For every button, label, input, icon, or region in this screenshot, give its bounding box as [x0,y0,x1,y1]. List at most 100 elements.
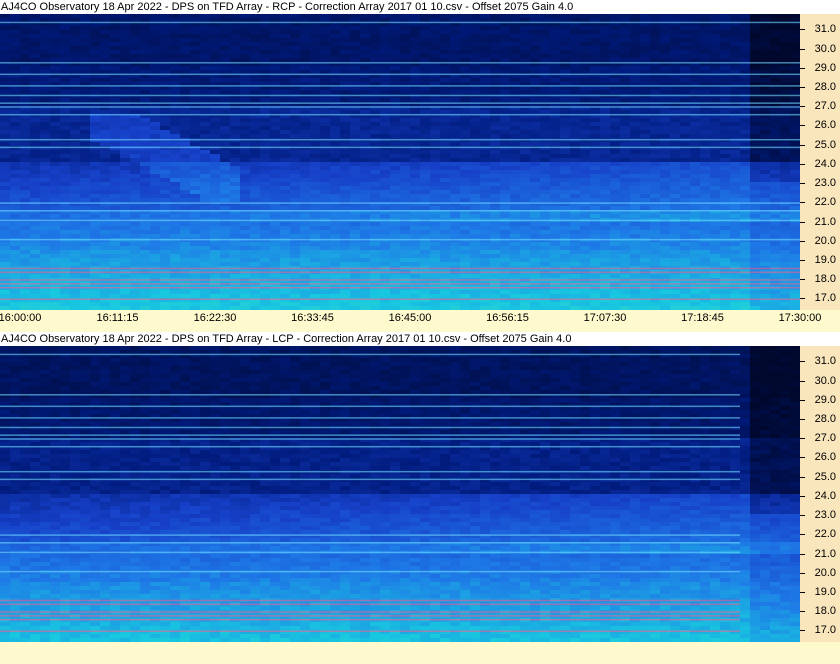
spectrogram-cell [750,18,760,22]
spectrogram-cell [130,78,140,82]
spectrogram-cell [50,158,60,162]
spectrogram-cell [520,254,530,258]
spectrogram-cell [290,46,300,50]
spectrogram-cell [10,130,20,134]
spectrogram-cell [690,214,700,218]
spectrogram-cell [700,158,710,162]
spectrogram-cell [140,166,150,170]
spectrogram-cell [180,58,190,62]
spectrogram-cell [530,34,540,38]
spectrogram-cell [560,198,570,202]
spectrogram-cell [170,134,180,138]
spectrogram-cell [110,50,120,54]
spectrogram-cell [150,26,160,30]
spectrogram-cell [710,50,720,54]
spectrogram-cell [230,14,240,18]
spectrogram-cell [240,18,250,22]
spectrogram-cell [390,178,400,182]
spectrogram-cell [790,170,800,174]
spectrogram-cell [160,178,170,182]
spectrogram-cell [450,142,460,146]
spectrogram-cell [220,186,230,190]
spectrogram-cell [110,190,120,194]
spectrogram-cell [620,98,630,102]
spectrogram-cell [540,30,550,34]
spectrogram-cell [780,246,790,250]
spectrogram-cell [730,250,740,254]
spectrogram-cell [60,66,70,70]
spectrogram-cell [520,222,530,226]
spectrogram-cell [300,174,310,178]
spectrogram-cell [310,158,320,162]
spectrogram-cell [280,162,290,166]
spectrogram-cell [270,222,280,226]
spectrogram-cell [270,158,280,162]
spectrogram-cell [480,234,490,238]
spectrogram-cell [670,30,680,34]
spectrogram-cell [430,134,440,138]
spectrogram-cell [270,134,280,138]
spectrogram-cell [670,34,680,38]
spectrogram-cell [760,118,770,122]
spectrogram-cell [440,206,450,210]
spectrogram-cell [150,154,160,158]
spectrogram-cell [520,226,530,230]
spectrogram-cell [60,186,70,190]
spectrogram-cell [160,258,170,262]
spectrogram-cell [720,26,730,30]
spectrogram-cell [720,134,730,138]
spectrogram-cell [480,206,490,210]
spectrogram-cell [760,162,770,166]
spectrogram-cell [400,246,410,250]
spectrogram-cell [790,134,800,138]
spectrogram-cell [170,262,180,266]
spectrogram-cell [470,222,480,226]
spectrogram-cell [40,122,50,126]
spectrogram-cell [210,234,220,238]
spectrogram-cell [600,110,610,114]
spectrogram-cell [310,38,320,42]
spectrogram-cell [250,154,260,158]
spectrogram-cell [700,214,710,218]
spectrogram-cell [520,110,530,114]
spectrogram-cell [130,198,140,202]
spectrogram-cell [210,230,220,234]
spectrogram-cell [670,38,680,42]
spectrogram-cell [790,234,800,238]
spectrogram-cell [620,230,630,234]
spectrogram-cell [600,42,610,46]
spectrogram-cell [260,222,270,226]
spectrogram-cell [170,234,180,238]
spectrogram-cell [680,14,690,18]
spectrogram-cell [350,42,360,46]
spectrogram-cell [40,214,50,218]
spectrogram-cell [550,230,560,234]
spectrogram-cell [240,170,250,174]
spectrogram-cell [530,50,540,54]
spectrogram-cell [530,150,540,154]
spectrogram-cell [170,38,180,42]
spectrogram-cell [690,14,700,18]
spectrogram-cell [470,30,480,34]
spectrogram-cell [650,58,660,62]
spectrogram-cell [450,222,460,226]
spectrogram-cell [770,130,780,134]
spectrogram-cell [700,54,710,58]
spectrogram-cell [520,142,530,146]
spectrogram-cell [390,150,400,154]
spectrogram-cell [330,30,340,34]
spectrogram-cell [500,90,510,94]
spectrogram-cell [140,142,150,146]
spectrogram-cell [580,130,590,134]
spectrogram-cell [390,118,400,122]
spectrogram-cell [770,194,780,198]
spectrogram-cell [350,230,360,234]
spectrogram-cell [280,178,290,182]
spectrogram-cell [550,150,560,154]
spectrogram-cell [320,190,330,194]
spectrogram-cell [500,250,510,254]
spectrogram-cell [400,122,410,126]
spectrogram-cell [580,194,590,198]
spectrogram-cell [730,258,740,262]
spectrogram-cell [650,194,660,198]
